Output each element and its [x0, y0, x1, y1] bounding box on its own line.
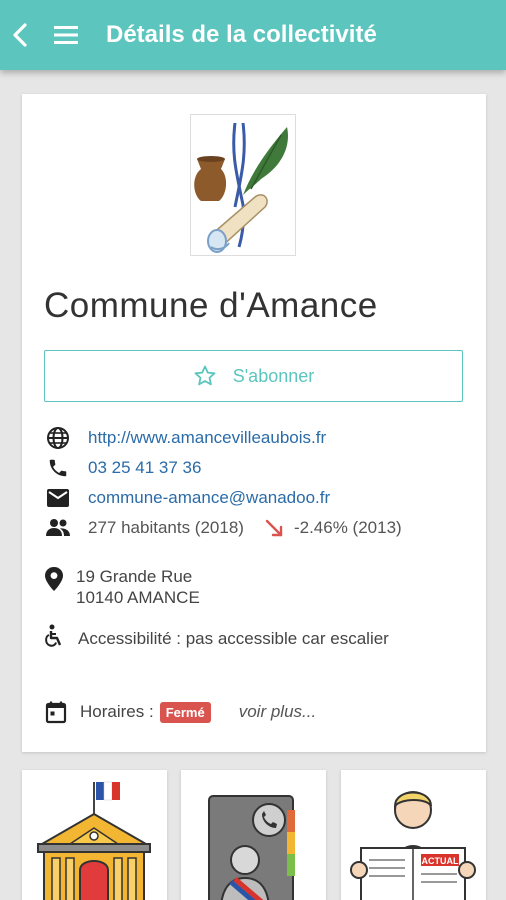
- subscribe-label: S'abonner: [232, 365, 315, 386]
- population-text: 277 habitants (2018): [88, 518, 244, 537]
- star-outline-icon: [193, 364, 217, 388]
- tile-news[interactable]: ACTUAL: [341, 770, 486, 900]
- tile-directory[interactable]: [181, 770, 326, 900]
- hours-row: Horaires : Fermé voir plus...: [44, 700, 316, 724]
- population-trend: -2.46% (2013): [264, 517, 402, 539]
- population-row: 277 habitants (2018) -2.46% (2013): [44, 514, 402, 542]
- status-badge: Fermé: [159, 701, 211, 723]
- newspaper-reader-icon: ACTUAL: [350, 791, 476, 900]
- subscribe-button[interactable]: S'abonner: [44, 350, 463, 402]
- phone-link[interactable]: 03 25 41 37 36: [88, 458, 201, 478]
- commune-logo: [190, 114, 296, 256]
- commune-details-card: Commune d'Amance S'abonner http://www.am…: [22, 94, 486, 752]
- calendar-icon: [44, 700, 68, 724]
- accessibility-text: Accessibilité : pas accessible car escal…: [78, 629, 389, 648]
- hamburger-menu-icon: [54, 26, 78, 44]
- email-icon: [44, 484, 72, 512]
- commune-name: Commune d'Amance: [44, 286, 378, 325]
- commune-coat-of-arms: [194, 122, 288, 253]
- accessibility-block: Accessibilité : pas accessible car escal…: [44, 624, 464, 656]
- address-line2: 10140 AMANCE: [76, 588, 200, 607]
- people-icon: [44, 514, 72, 542]
- see-more-link[interactable]: voir plus...: [239, 702, 316, 722]
- town-hall-icon: [37, 781, 151, 900]
- menu-button[interactable]: [48, 0, 84, 70]
- email-row[interactable]: commune-amance@wanadoo.fr: [44, 484, 330, 512]
- address-line1: 19 Grande Rue: [76, 567, 193, 586]
- chevron-left-icon: [13, 23, 27, 47]
- hours-label: Horaires :: [80, 702, 154, 721]
- email-link[interactable]: commune-amance@wanadoo.fr: [88, 488, 330, 508]
- svg-text:ACTUAL: ACTUAL: [422, 856, 459, 866]
- wheelchair-icon: [44, 624, 64, 656]
- tile-town-hall[interactable]: [22, 770, 167, 900]
- app-bar: Détails de la collectivité: [0, 0, 506, 70]
- address-block: 19 Grande Rue 10140 AMANCE: [44, 566, 200, 608]
- back-button[interactable]: [2, 0, 38, 70]
- phone-row[interactable]: 03 25 41 37 36: [44, 454, 201, 482]
- website-row[interactable]: http://www.amancevilleaubois.fr: [44, 424, 326, 452]
- mayor-directory-icon: [208, 795, 295, 900]
- population-trend-text: -2.46% (2013): [293, 518, 402, 537]
- trending-down-icon: [265, 519, 283, 537]
- website-link[interactable]: http://www.amancevilleaubois.fr: [88, 428, 326, 448]
- globe-icon: [44, 424, 72, 452]
- location-pin-icon: [44, 566, 64, 608]
- phone-icon: [44, 454, 72, 482]
- page-title: Détails de la collectivité: [106, 21, 377, 48]
